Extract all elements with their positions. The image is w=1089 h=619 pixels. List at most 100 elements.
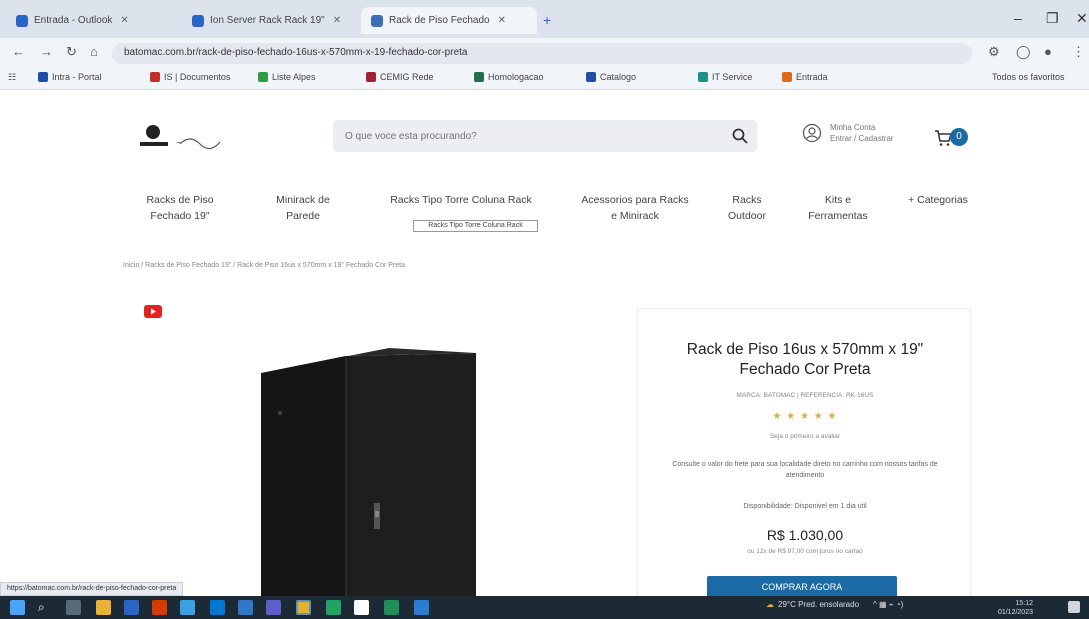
office-icon[interactable]: [152, 600, 167, 615]
address-bar-row: ← → ↻ ⌂ batomac.com.br/rack-de-piso-fech…: [0, 38, 1089, 68]
bookmark-icon: [782, 72, 792, 82]
weather-text: 29°C Pred. ensolarado: [778, 600, 860, 609]
bookmark-label: CEMIG Rede: [380, 72, 434, 82]
bookmark-icon: [258, 72, 268, 82]
network-icon: ^ ▦ ⌁ ◔): [873, 600, 904, 609]
back-icon[interactable]: ←: [12, 44, 25, 59]
account-link[interactable]: Minha Conta Entrar / Cadastrar: [802, 122, 894, 144]
shipping-description: Consulte o valor do frete para sua local…: [672, 461, 938, 479]
bookmark-label: Homologacao: [488, 72, 544, 82]
tab-outlook[interactable]: Entrada - Outlook ✕: [6, 7, 166, 34]
search-icon[interactable]: [731, 127, 749, 145]
clock[interactable]: 15:12 01/12/2023: [985, 599, 1033, 617]
bookmark-label: Entrada: [796, 72, 828, 82]
url-field[interactable]: batomac.com.br/rack-de-piso-fechado-16us…: [112, 43, 972, 64]
bookmark[interactable]: IS | Documentos: [150, 72, 230, 82]
tab-label: Ion Server Rack Rack 19": [210, 15, 325, 26]
clock-date: 01/12/2023: [997, 609, 1033, 616]
rating-stars[interactable]: ★ ★ ★ ★ ★: [660, 411, 950, 422]
installments: ou 12x de R$ 97,00 com juros no cartao: [747, 548, 863, 555]
site-icon: [371, 14, 383, 27]
reviews-link[interactable]: Seja o primeiro a avaliar: [660, 433, 950, 440]
system-tray[interactable]: ☁ 29°C Pred. ensolarado ^ ▦ ⌁ ◔): [766, 600, 903, 609]
bookmark-label: IT Service: [712, 72, 753, 82]
close-window-icon[interactable]: ✕: [1076, 10, 1088, 27]
buy-button[interactable]: COMPRAR AGORA: [707, 576, 897, 598]
bookmarks-bar: ☷ Intra - Portal IS | Documentos Liste A…: [0, 68, 1089, 90]
site-logo[interactable]: ~: [136, 118, 246, 158]
extensions-icon[interactable]: ⚙: [988, 44, 1000, 60]
nav-kits-ferramentas[interactable]: Kits e Ferramentas: [803, 192, 873, 224]
bookmark-icon: [150, 72, 160, 82]
task-view-icon[interactable]: [66, 600, 81, 615]
nav-acessorios[interactable]: Acessorios para Racks e Minirack: [580, 192, 690, 224]
edge-icon[interactable]: [210, 600, 225, 615]
bookmark-icon: [38, 72, 48, 82]
bookmark-icon: [698, 72, 708, 82]
product-sku: MARCA: BATOMAC | REFERENCIA: RK-16US: [736, 392, 874, 399]
nav-tooltip: Racks Tipo Torre Coluna Rack: [413, 220, 538, 232]
bookmark[interactable]: Liste Alpes: [258, 72, 316, 82]
nav-minirack-parede[interactable]: Minirack de Parede: [268, 192, 338, 224]
product-title: Rack de Piso 16us x 570mm x 19" Fechado …: [686, 341, 924, 378]
breadcrumb[interactable]: Inicio / Racks de Piso Fechado 19" / Rac…: [123, 262, 405, 269]
bookmark-all[interactable]: Todos os favoritos: [992, 72, 1065, 82]
notepad-icon[interactable]: [354, 600, 369, 615]
weather-icon: ☁: [766, 600, 774, 609]
bookmark-label: Todos os favoritos: [992, 72, 1065, 82]
nav-racks-outdoor[interactable]: Racks Outdoor: [722, 192, 772, 224]
product-price: R$ 1.030,00: [766, 527, 844, 543]
search-icon[interactable]: ⌕: [38, 600, 53, 615]
product-image[interactable]: [124, 298, 604, 598]
bookmark-icon: [366, 72, 376, 82]
remote-desktop-icon[interactable]: [414, 600, 429, 615]
home-icon[interactable]: ⌂: [90, 44, 98, 59]
close-icon[interactable]: ✕: [498, 15, 506, 26]
bookmark-label: Intra - Portal: [52, 72, 102, 82]
nav-racks-piso[interactable]: Racks de Piso Fechado 19": [140, 192, 220, 224]
new-tab-button[interactable]: +: [543, 12, 551, 28]
minimize-icon[interactable]: –: [1014, 10, 1022, 26]
menu-icon[interactable]: ⋮: [1072, 44, 1085, 60]
clock-time: 15:12: [1015, 600, 1033, 607]
start-icon[interactable]: [10, 600, 25, 615]
file-explorer-icon[interactable]: [96, 600, 111, 615]
browser-tab-bar: Entrada - Outlook ✕ Ion Server Rack Rack…: [0, 0, 1089, 38]
forward-icon[interactable]: →: [40, 44, 53, 59]
word-icon[interactable]: [238, 600, 253, 615]
search-box: [333, 120, 757, 152]
maximize-icon[interactable]: ❐: [1046, 10, 1059, 27]
tab-label: Entrada - Outlook: [34, 15, 113, 26]
search-input[interactable]: [333, 120, 713, 152]
bookmark-icon: [474, 72, 484, 82]
cart-count-badge: 0: [950, 128, 968, 146]
sheets-icon[interactable]: [384, 600, 399, 615]
outlook-icon[interactable]: [124, 600, 139, 615]
bookmark-label: Catalogo: [600, 72, 637, 82]
account-line2: Entrar / Cadastrar: [830, 134, 894, 143]
close-icon[interactable]: ✕: [333, 15, 341, 26]
app-icon[interactable]: [266, 600, 281, 615]
bookmark[interactable]: IT Service: [698, 72, 752, 82]
profile-icon[interactable]: ●: [1044, 44, 1052, 59]
nav-categorias[interactable]: + Categorias: [903, 192, 973, 208]
bookmark[interactable]: Catalogo: [586, 72, 636, 82]
tab-ion-rack[interactable]: Ion Server Rack Rack 19" ✕: [182, 7, 358, 34]
teams-icon[interactable]: [180, 600, 195, 615]
bookmark[interactable]: Intra - Portal: [38, 72, 102, 82]
apps-icon[interactable]: ☷: [8, 72, 16, 83]
notifications-icon[interactable]: [1068, 601, 1080, 613]
logo-icon: ~: [140, 125, 221, 150]
close-icon[interactable]: ✕: [120, 15, 128, 26]
excel-icon[interactable]: [326, 600, 341, 615]
tab-label: Rack de Piso Fechado: [389, 15, 490, 26]
bookmark[interactable]: Entrada: [782, 72, 828, 82]
cart-button[interactable]: 0: [934, 126, 974, 150]
chrome-icon[interactable]: [296, 600, 311, 615]
tab-rack-piso[interactable]: Rack de Piso Fechado ✕: [361, 7, 537, 34]
bookmark[interactable]: Homologacao: [474, 72, 544, 82]
nav-racks-torre[interactable]: Racks Tipo Torre Coluna Rack: [386, 192, 536, 208]
bookmark[interactable]: CEMIG Rede: [366, 72, 434, 82]
downloads-icon[interactable]: ◯: [1016, 44, 1031, 60]
reload-icon[interactable]: ↻: [66, 44, 77, 60]
